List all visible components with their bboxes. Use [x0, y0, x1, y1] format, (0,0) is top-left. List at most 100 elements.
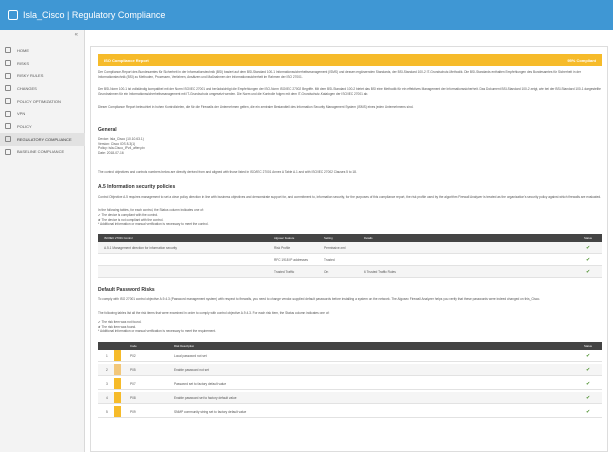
row-description: Enable password set to factory default v… — [174, 395, 237, 400]
page-title: Isla_Cisco | Regulatory Compliance — [23, 10, 166, 20]
changes-icon — [5, 85, 11, 92]
row-number: 4 — [106, 395, 108, 400]
regulatory-compliance-icon — [5, 136, 11, 143]
legend-manual: * Additional information or manual verif… — [98, 329, 216, 333]
policy-line: Policy: isla-Cisco_IPv4_after.pix — [98, 146, 145, 150]
row-setting: Trusted — [324, 257, 335, 262]
sidebar-item-label: RISKY RULES — [17, 73, 44, 79]
col-status: Status — [584, 236, 592, 240]
app-window: Isla_Cisco | Regulatory Compliance « HOM… — [0, 0, 613, 452]
sidebar-item-vpn[interactable]: VPN — [0, 107, 85, 120]
row-number: 3 — [106, 381, 108, 386]
device-line: Device: Isla_Cisco (10.10.63.1) — [98, 137, 144, 141]
table-row: 1 P02 Local password not set ✔ — [98, 350, 602, 362]
row-code: P02 — [130, 353, 136, 358]
status-check-icon: ✔ — [586, 366, 591, 373]
status-check-icon: ✔ — [586, 244, 591, 251]
compliance-score: 95% Compliant — [567, 57, 596, 63]
status-check-icon: ✔ — [586, 256, 591, 263]
sidebar-item-policy-optimization[interactable]: POLICY OPTIMIZATION — [0, 95, 85, 108]
table-row: 5 P09 SNMP community string set to facto… — [98, 406, 602, 418]
severity-swatch — [114, 406, 121, 417]
table-row: A.5.1 Management direction for informati… — [98, 242, 602, 254]
table-row: 3 P07 Password set to factory default va… — [98, 378, 602, 390]
legend-additional: * Additional information or manual verif… — [98, 222, 209, 226]
app-logo-icon — [8, 10, 18, 20]
intro-paragraph-3: Dieser Compliance Report beleuchtet in h… — [98, 105, 414, 109]
control-note: The control objectives and controls numb… — [98, 170, 357, 174]
table-row: 2 P05 Enable password not set ✔ — [98, 364, 602, 376]
sidebar-item-label: CHANGES — [17, 85, 37, 91]
password-legend-intro: The following tables list all the risk i… — [98, 311, 330, 315]
policy-optimization-icon — [5, 98, 11, 105]
col-setting: Setting — [324, 236, 333, 240]
sidebar: « HOME RISKS RISKY RULES CHANGES POLICY … — [0, 30, 85, 452]
sidebar-item-risks[interactable]: RISKS — [0, 57, 85, 70]
general-info: Device: Isla_Cisco (10.10.63.1) Version:… — [98, 137, 145, 155]
risks-icon — [5, 60, 11, 67]
severity-swatch — [114, 392, 121, 403]
status-check-icon: ✔ — [586, 352, 591, 359]
status-check-icon: ✔ — [586, 268, 591, 275]
row-code: P05 — [130, 367, 136, 372]
sidebar-item-regulatory-compliance[interactable]: REGULATORY COMPLIANCE — [0, 132, 85, 146]
sidebar-item-baseline-compliance[interactable]: BASELINE COMPLIANCE — [0, 146, 85, 159]
col-code: Code — [130, 344, 137, 348]
status-check-icon: ✔ — [586, 380, 591, 387]
intro-paragraph-1: Der Compliance-Report des Bundesamtes fü… — [98, 70, 581, 79]
default-password-heading: Default Password Risks — [98, 287, 155, 293]
table-row: 4 P08 Enable password set to factory def… — [98, 392, 602, 404]
col-control: ISO/IEC 27001 Control — [104, 236, 133, 240]
status-check-icon: ✔ — [586, 394, 591, 401]
collapse-sidebar-button[interactable]: « — [75, 32, 78, 38]
sidebar-item-risky-rules[interactable]: RISKY RULES — [0, 69, 85, 82]
a5-legend-intro: In the following tables, for each contro… — [98, 208, 204, 212]
row-feature: Trusted Traffic — [274, 269, 295, 274]
intro-paragraph-2: Der BSI-Norm 100-1 ist vollständig kompa… — [98, 87, 601, 96]
sidebar-item-label: HOME — [17, 47, 29, 53]
row-description: Local password not set — [174, 353, 207, 358]
row-feature: Risk Profile — [274, 245, 291, 250]
general-heading: General — [98, 127, 117, 133]
row-feature: RFC 1918 IP addresses — [274, 257, 308, 262]
report-title: ISO Compliance Report — [104, 57, 149, 63]
row-description: Enable password not set — [174, 367, 209, 372]
col-risk-description: Risk Description — [174, 344, 195, 348]
severity-swatch — [114, 350, 121, 361]
risky-rules-icon — [5, 72, 11, 79]
severity-swatch — [114, 378, 121, 389]
sidebar-item-label: POLICY OPTIMIZATION — [17, 98, 61, 104]
row-number: 1 — [106, 353, 108, 358]
sidebar-item-label: RISKS — [17, 60, 30, 66]
row-number: 5 — [106, 409, 108, 414]
row-description: SNMP community string set to factory def… — [174, 409, 247, 414]
password-legend: ✔ The risk item was not found. ✘ The ris… — [98, 320, 602, 334]
row-code: P07 — [130, 381, 136, 386]
table-row: RFC 1918 IP addresses Trusted ✔ — [98, 254, 602, 266]
severity-swatch — [114, 364, 121, 375]
row-number: 2 — [106, 367, 108, 372]
sidebar-item-changes[interactable]: CHANGES — [0, 82, 85, 95]
report-panel: ISO Compliance Report 95% Compliant Der … — [90, 46, 608, 452]
col-details: Details — [364, 236, 373, 240]
vpn-icon — [5, 110, 11, 117]
row-code: P09 — [130, 409, 136, 414]
row-setting: On — [324, 269, 329, 274]
date-line: Date: 2018-07-16 — [98, 150, 124, 155]
table-row: Trusted Traffic On 6 Trusted Traffic Rul… — [98, 266, 602, 278]
row-code: P08 — [130, 395, 136, 400]
sidebar-item-home[interactable]: HOME — [0, 44, 85, 57]
report-banner: ISO Compliance Report 95% Compliant — [98, 54, 602, 66]
sidebar-item-label: BASELINE COMPLIANCE — [17, 149, 65, 155]
sidebar-item-label: POLICY — [17, 123, 32, 129]
status-check-icon: ✔ — [586, 408, 591, 415]
sidebar-item-label: VPN — [17, 111, 26, 117]
sidebar-nav: HOME RISKS RISKY RULES CHANGES POLICY OP… — [0, 44, 85, 158]
col-feature: Algosec Feature — [274, 236, 295, 240]
baseline-compliance-icon — [5, 148, 11, 155]
sidebar-item-label: REGULATORY COMPLIANCE — [17, 136, 72, 142]
a5-legend: ✔ The device is compliant with the contr… — [98, 213, 602, 227]
password-table-header: Code Risk Description Status — [98, 342, 602, 350]
sidebar-item-policy[interactable]: POLICY — [0, 120, 85, 133]
a5-heading: A.5 Information security policies — [98, 184, 176, 190]
